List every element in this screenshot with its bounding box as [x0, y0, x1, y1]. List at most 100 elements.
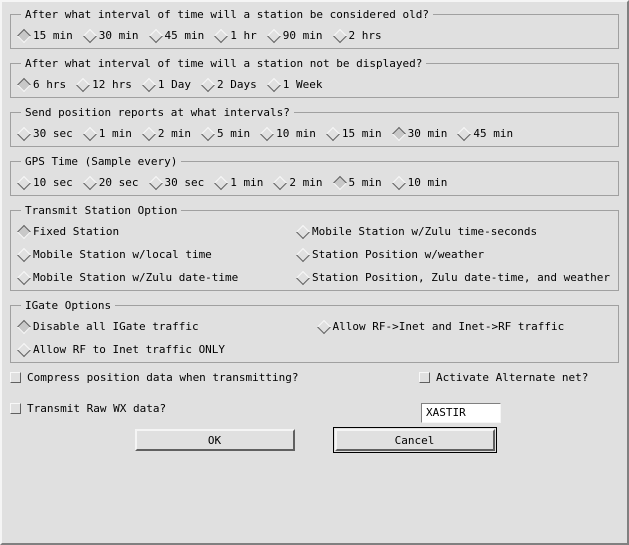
radio-igate-2[interactable]: Allow RF to Inet traffic ONLY: [19, 343, 311, 356]
radio-old_station-1[interactable]: 30 min: [85, 29, 139, 42]
radio-transmit_option-0[interactable]: Fixed Station: [19, 225, 290, 238]
diamond-icon: [17, 28, 31, 42]
radio-old_station-2[interactable]: 45 min: [151, 29, 205, 42]
diamond-icon: [273, 175, 287, 189]
radio-posit_interval-5[interactable]: 15 min: [328, 127, 382, 140]
radio-label: 10 min: [408, 176, 448, 189]
diamond-icon: [267, 28, 281, 42]
radio-old_station-5[interactable]: 2 hrs: [335, 29, 382, 42]
radio-posit_interval-2[interactable]: 2 min: [144, 127, 191, 140]
radio-not_displayed-0[interactable]: 6 hrs: [19, 78, 66, 91]
ok-button[interactable]: OK: [135, 429, 295, 451]
radio-gps_time-1[interactable]: 20 sec: [85, 176, 139, 189]
radio-label: 30 min: [99, 29, 139, 42]
radio-posit_interval-3[interactable]: 5 min: [203, 127, 250, 140]
diamond-icon: [296, 224, 310, 238]
diamond-icon: [17, 270, 31, 284]
diamond-icon: [17, 224, 31, 238]
altnet-input[interactable]: [421, 403, 501, 423]
diamond-icon: [201, 126, 215, 140]
diamond-icon: [83, 175, 97, 189]
radio-transmit_option-3[interactable]: Station Position w/weather: [298, 248, 610, 261]
diamond-icon: [296, 270, 310, 284]
group-not-displayed: After what interval of time will a stati…: [10, 57, 619, 98]
radio-label: 15 min: [33, 29, 73, 42]
radio-transmit_option-5[interactable]: Station Position, Zulu date-time, and we…: [298, 271, 610, 284]
diamond-icon: [17, 342, 31, 356]
legend-posit-interval: Send position reports at what intervals?: [21, 106, 294, 119]
label-altnet: Activate Alternate net?: [436, 371, 588, 384]
radio-posit_interval-1[interactable]: 1 min: [85, 127, 132, 140]
radio-label: 2 Days: [217, 78, 257, 91]
legend-igate: IGate Options: [21, 299, 115, 312]
radio-label: Fixed Station: [33, 225, 119, 238]
radio-gps_time-6[interactable]: 10 min: [394, 176, 448, 189]
checkbox-raw-wx[interactable]: [10, 403, 21, 414]
radio-transmit_option-1[interactable]: Mobile Station w/Zulu time-seconds: [298, 225, 610, 238]
diamond-icon: [214, 28, 228, 42]
diamond-icon: [267, 77, 281, 91]
diamond-icon: [17, 77, 31, 91]
diamond-icon: [457, 126, 471, 140]
diamond-icon: [142, 77, 156, 91]
radio-label: 1 Week: [283, 78, 323, 91]
button-row: OK Cancel: [10, 429, 619, 451]
diamond-icon: [316, 319, 330, 333]
radio-posit_interval-4[interactable]: 10 min: [262, 127, 316, 140]
diamond-icon: [17, 247, 31, 261]
radio-gps_time-0[interactable]: 10 sec: [19, 176, 73, 189]
radio-label: 2 min: [289, 176, 322, 189]
radio-label: 1 min: [230, 176, 263, 189]
radio-posit_interval-0[interactable]: 30 sec: [19, 127, 73, 140]
radio-posit_interval-6[interactable]: 30 min: [394, 127, 448, 140]
cancel-button[interactable]: Cancel: [335, 429, 495, 451]
legend-gps-time: GPS Time (Sample every): [21, 155, 181, 168]
radio-row-old-station: 15 min 30 min 45 min 1 hr 90 min 2 hrs: [19, 29, 610, 42]
radio-gps_time-3[interactable]: 1 min: [216, 176, 263, 189]
radio-label: 10 min: [276, 127, 316, 140]
radio-label: Allow RF to Inet traffic ONLY: [33, 343, 225, 356]
radio-igate-1[interactable]: Allow RF->Inet and Inet->RF traffic: [319, 320, 611, 333]
radio-label: 90 min: [283, 29, 323, 42]
radio-not_displayed-1[interactable]: 12 hrs: [78, 78, 132, 91]
checkbox-compress[interactable]: [10, 372, 21, 383]
radio-transmit_option-2[interactable]: Mobile Station w/local time: [19, 248, 290, 261]
radio-label: 30 sec: [165, 176, 205, 189]
radio-label: 5 min: [217, 127, 250, 140]
diamond-icon: [17, 126, 31, 140]
group-igate: IGate Options Disable all IGate traffic A…: [10, 299, 619, 363]
diamond-icon: [17, 175, 31, 189]
radio-not_displayed-3[interactable]: 2 Days: [203, 78, 257, 91]
radio-label: 45 min: [473, 127, 513, 140]
radio-not_displayed-4[interactable]: 1 Week: [269, 78, 323, 91]
checkbox-altnet[interactable]: [419, 372, 430, 383]
radio-posit_interval-7[interactable]: 45 min: [459, 127, 513, 140]
radio-gps_time-2[interactable]: 30 sec: [151, 176, 205, 189]
radio-gps_time-4[interactable]: 2 min: [275, 176, 322, 189]
radio-old_station-3[interactable]: 1 hr: [216, 29, 257, 42]
radio-label: Allow RF->Inet and Inet->RF traffic: [333, 320, 565, 333]
diamond-icon: [392, 175, 406, 189]
diamond-icon: [214, 175, 228, 189]
legend-old-station: After what interval of time will a stati…: [21, 8, 433, 21]
radio-gps_time-5[interactable]: 5 min: [335, 176, 382, 189]
radio-label: 30 min: [408, 127, 448, 140]
radio-label: 2 hrs: [349, 29, 382, 42]
diamond-icon: [332, 28, 346, 42]
radio-igate-0[interactable]: Disable all IGate traffic: [19, 320, 311, 333]
label-compress: Compress position data when transmitting…: [27, 371, 299, 384]
radio-row-posit-interval: 30 sec 1 min 2 min 5 min 10 min 15 min 30 min 4…: [19, 127, 610, 140]
radio-old_station-4[interactable]: 90 min: [269, 29, 323, 42]
legend-transmit-option: Transmit Station Option: [21, 204, 181, 217]
diamond-icon: [392, 126, 406, 140]
radio-row-not-displayed: 6 hrs 12 hrs 1 Day 2 Days 1 Week: [19, 78, 610, 91]
radio-transmit_option-4[interactable]: Mobile Station w/Zulu date-time: [19, 271, 290, 284]
radio-old_station-0[interactable]: 15 min: [19, 29, 73, 42]
bottom-area: Compress position data when transmitting…: [10, 371, 619, 451]
config-dialog: After what interval of time will a stati…: [0, 0, 629, 545]
radio-label: 5 min: [349, 176, 382, 189]
radio-label: 30 sec: [33, 127, 73, 140]
radio-row-gps-time: 10 sec 20 sec 30 sec 1 min 2 min 5 min 10 min: [19, 176, 610, 189]
group-transmit-option: Transmit Station Option Fixed Station Mob…: [10, 204, 619, 291]
radio-not_displayed-2[interactable]: 1 Day: [144, 78, 191, 91]
